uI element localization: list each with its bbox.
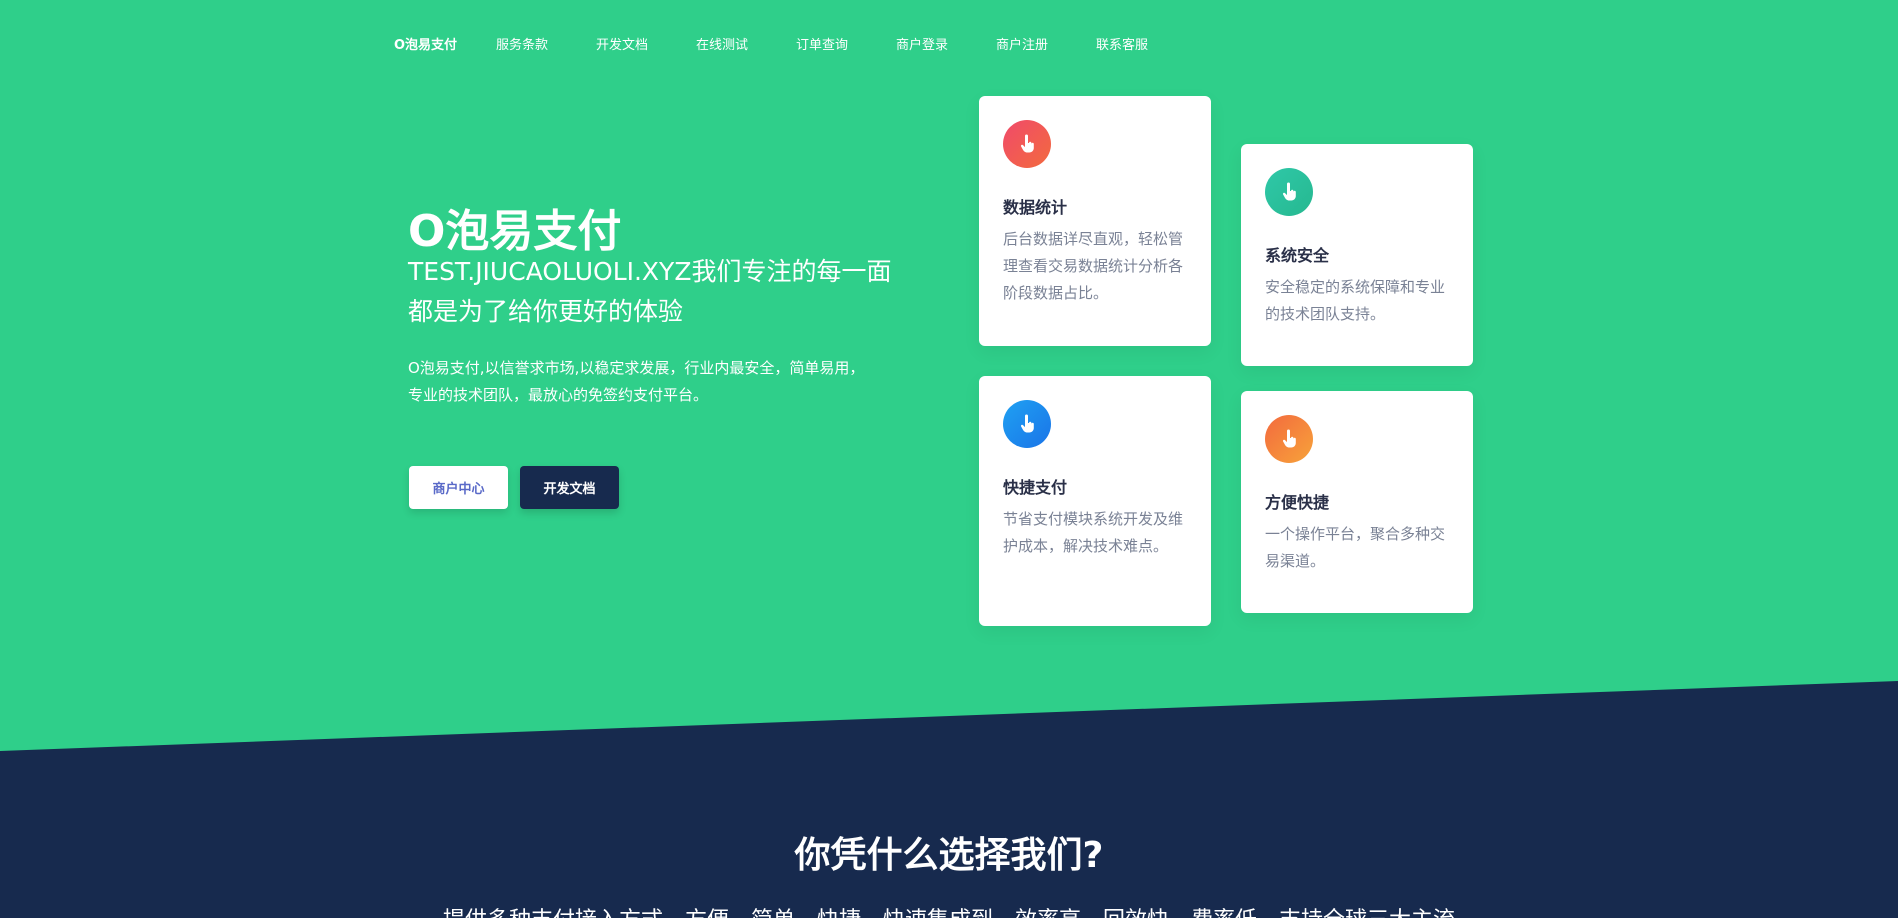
- top-navbar: O泡易支付 服务条款 开发文档 在线测试 订单查询 商户登录 商户注册 联系客服: [0, 0, 1898, 86]
- feature-text: 节省支付模块系统开发及维护成本，解决技术难点。: [1003, 510, 1184, 555]
- feature-text: 一个操作平台，聚合多种交易渠道。: [1265, 525, 1446, 570]
- nav-item-online-test[interactable]: 在线测试: [696, 34, 748, 53]
- hand-pointer-icon: [1265, 415, 1313, 463]
- feature-title: 系统安全: [1265, 246, 1330, 265]
- hand-pointer-icon: [1003, 120, 1051, 168]
- feature-text: 安全稳定的系统保障和专业的技术团队支持。: [1265, 278, 1446, 323]
- feature-title: 数据统计: [1003, 198, 1068, 217]
- dark-section-background: [0, 681, 1898, 918]
- nav-item-terms[interactable]: 服务条款: [496, 34, 548, 53]
- dev-docs-button[interactable]: 开发文档: [520, 466, 619, 509]
- feature-title: 快捷支付: [1003, 478, 1068, 497]
- hand-pointer-icon: [1003, 400, 1051, 448]
- nav-item-docs[interactable]: 开发文档: [596, 34, 648, 53]
- hand-pointer-icon: [1265, 168, 1313, 216]
- nav-item-order-query[interactable]: 订单查询: [796, 34, 848, 53]
- feature-card-system-security: 系统安全 安全稳定的系统保障和专业的技术团队支持。: [1241, 144, 1473, 366]
- feature-title: 方便快捷: [1265, 493, 1330, 512]
- feature-card-data-stats: 数据统计 后台数据详尽直观，轻松管理查看交易数据统计分析各阶段数据占比。: [979, 96, 1211, 346]
- nav-brand[interactable]: O泡易支付: [394, 34, 457, 53]
- nav-item-contact-support[interactable]: 联系客服: [1096, 34, 1148, 53]
- why-choose-us-title: 你凭什么选择我们?: [794, 835, 1104, 876]
- merchant-center-button[interactable]: 商户中心: [409, 466, 508, 509]
- feature-card-convenient: 方便快捷 一个操作平台，聚合多种交易渠道。: [1241, 391, 1473, 613]
- feature-card-quick-pay: 快捷支付 节省支付模块系统开发及维护成本，解决技术难点。: [979, 376, 1211, 626]
- page: O泡易支付 服务条款 开发文档 在线测试 订单查询 商户登录 商户注册 联系客服…: [0, 0, 1898, 918]
- nav-item-merchant-register[interactable]: 商户注册: [996, 34, 1048, 53]
- why-choose-us-text: 提供多种支付接入方式，方便，简单，快捷，快速集成到，效率高，回效快，费率低，支持…: [0, 902, 1898, 918]
- hero-title: O泡易支付: [408, 206, 622, 257]
- nav-item-merchant-login[interactable]: 商户登录: [896, 34, 948, 53]
- hero-subtitle: TEST.JIUCAOLUOLI.XYZ我们专注的每一面都是为了给你更好的体验: [408, 257, 892, 326]
- feature-text: 后台数据详尽直观，轻松管理查看交易数据统计分析各阶段数据占比。: [1003, 230, 1184, 302]
- hero-description: O泡易支付,以信誉求市场,以稳定求发展，行业内最安全，简单易用，专业的技术团队，…: [408, 359, 865, 404]
